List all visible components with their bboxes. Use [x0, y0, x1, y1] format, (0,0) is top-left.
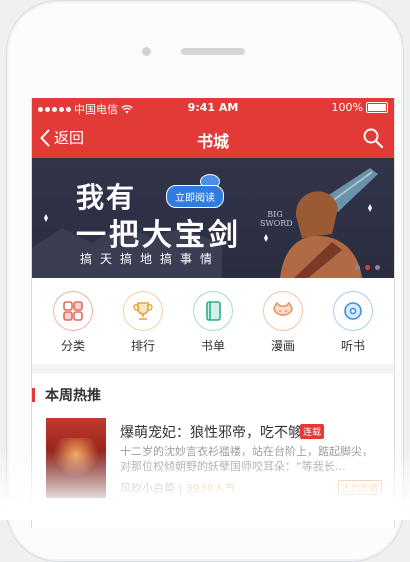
serial-status-badge: 连载: [300, 424, 325, 439]
section-header: 本周热推: [32, 386, 101, 404]
banner-headline-line2: 一把大宝剑: [76, 218, 241, 253]
category-item-tingshu[interactable]: 听书: [323, 278, 383, 364]
nav-bar: 返回 书城: [32, 118, 394, 158]
category-item-manhua[interactable]: 漫画: [253, 278, 313, 364]
category-label: 听书: [340, 339, 365, 353]
category-label: 分类: [60, 339, 85, 353]
book-cover-image: [46, 418, 106, 498]
front-camera: [142, 47, 151, 56]
disc-icon: [333, 291, 373, 331]
book-popularity: 3930人气: [185, 482, 236, 495]
meta-divider: |: [178, 482, 186, 495]
genre-badge: 古代言情: [337, 480, 382, 495]
battery-info: 100%: [332, 101, 388, 114]
pager-dot[interactable]: [375, 265, 380, 270]
search-icon[interactable]: [362, 127, 384, 149]
banner-pager: [355, 265, 380, 270]
banner-logo-text: BIG SWORD: [260, 210, 293, 228]
weekly-hot-section: 本周热推 爆萌宠妃：狼性邪帝，吃不够 连载 十二岁的沈妙言衣衫褴褛，站在台阶上，…: [32, 374, 394, 528]
cat-face-icon: [263, 291, 303, 331]
phone-frame: 中国电信 9:41 AM 100% 返回 书城 我有 立即阅读 一把大宝剑 搞天…: [6, 0, 404, 562]
book-list-item[interactable]: 爆萌宠妃：狼性邪帝，吃不够 连载 十二岁的沈妙言衣衫褴褛，站在台阶上，踮起脚尖，…: [46, 418, 382, 498]
book-meta: 风吹小白菜 | 3930人气: [120, 480, 236, 496]
book-title: 爆萌宠妃：狼性邪帝，吃不够: [120, 425, 302, 441]
category-label: 书单: [200, 339, 225, 353]
banner-subtitle: 搞天搞地搞事情: [80, 252, 221, 266]
category-item-shudan[interactable]: 书单: [183, 278, 243, 364]
trophy-icon: [123, 291, 163, 331]
battery-percent: 100%: [331, 101, 363, 114]
pager-dot[interactable]: [355, 265, 360, 270]
category-shortcuts: 分类 排行 书单 漫画 听书: [32, 278, 394, 364]
category-item-fenlei[interactable]: 分类: [43, 278, 103, 364]
category-label: 排行: [130, 339, 155, 353]
read-now-button[interactable]: 立即阅读: [166, 185, 224, 208]
earpiece-speaker: [181, 48, 245, 55]
book-description: 十二岁的沈妙言衣衫褴褛，站在台阶上，踮起脚尖，对那位权倾朝野的妖孽国师咬耳朵：“…: [120, 445, 373, 473]
status-bar: 中国电信 9:41 AM 100%: [32, 98, 394, 118]
book-icon: [193, 291, 233, 331]
category-item-paihang[interactable]: 排行: [113, 278, 173, 364]
promo-banner[interactable]: 我有 立即阅读 一把大宝剑 搞天搞地搞事情 BIG SWORD: [32, 158, 394, 278]
page-title: 书城: [196, 132, 229, 151]
app-screen: 中国电信 9:41 AM 100% 返回 书城 我有 立即阅读 一把大宝剑 搞天…: [31, 98, 395, 528]
section-accent-bar: [32, 388, 35, 402]
book-author: 风吹小白菜: [120, 482, 175, 495]
battery-icon: [366, 102, 388, 113]
category-grid-icon: [53, 291, 93, 331]
section-title: 本周热推: [45, 388, 101, 404]
pager-dot-active[interactable]: [365, 265, 370, 270]
category-label: 漫画: [270, 339, 295, 353]
